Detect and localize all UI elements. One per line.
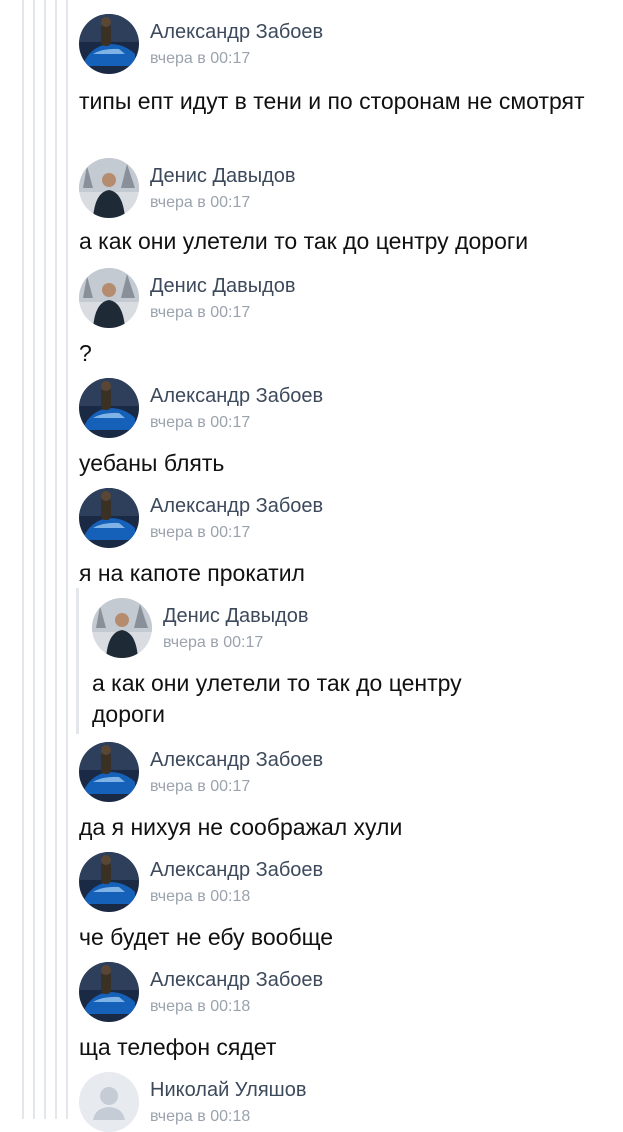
thread-lines <box>0 0 80 1119</box>
timestamp[interactable]: вчера в 00:18 <box>150 998 250 1016</box>
author-name[interactable]: Денис Давыдов <box>150 165 296 188</box>
comment-text: уебаны блять <box>79 450 225 476</box>
avatar[interactable] <box>79 1072 139 1132</box>
author-name[interactable]: Александр Забоев <box>150 495 323 518</box>
avatar[interactable] <box>92 598 152 658</box>
author-name[interactable]: Денис Давыдов <box>150 275 296 298</box>
comment-text: ? <box>79 340 92 366</box>
thread-line <box>33 0 35 1119</box>
avatar[interactable] <box>79 852 139 912</box>
timestamp[interactable]: вчера в 00:17 <box>150 778 250 796</box>
avatar[interactable] <box>79 268 139 328</box>
author-name[interactable]: Александр Забоев <box>150 385 323 408</box>
comment-text: а как они улетели то так до центру дорог… <box>92 670 462 727</box>
timestamp[interactable]: вчера в 00:17 <box>150 304 250 322</box>
comment-text: а как они улетели то так до центру дорог… <box>79 228 529 254</box>
avatar[interactable] <box>79 488 139 548</box>
reply-quote-bar <box>76 588 79 734</box>
author-name[interactable]: Александр Забоев <box>150 969 323 992</box>
comment-text: я на капоте прокатил <box>79 560 305 586</box>
thread-line <box>22 0 24 1119</box>
timestamp[interactable]: вчера в 00:17 <box>150 194 250 212</box>
comment-text: да я нихуя не соображал хули <box>79 814 403 840</box>
avatar[interactable] <box>79 158 139 218</box>
author-name[interactable]: Николай Уляшов <box>150 1079 306 1102</box>
avatar[interactable] <box>79 962 139 1022</box>
car-photo-avatar-icon <box>79 378 139 438</box>
car-photo-avatar-icon <box>79 488 139 548</box>
thread-line <box>44 0 46 1119</box>
timestamp[interactable]: вчера в 00:18 <box>150 888 250 906</box>
default-user-avatar-icon <box>79 1072 139 1132</box>
author-name[interactable]: Денис Давыдов <box>163 605 309 628</box>
author-name[interactable]: Александр Забоев <box>150 21 323 44</box>
car-photo-avatar-icon <box>79 14 139 74</box>
avatar[interactable] <box>79 14 139 74</box>
thread-line <box>66 0 68 1119</box>
timestamp[interactable]: вчера в 00:18 <box>150 1108 250 1126</box>
comment-text: типы епт идут в тени и по сторонам не см… <box>79 88 585 114</box>
person-photo-avatar-icon <box>92 598 152 658</box>
timestamp[interactable]: вчера в 00:17 <box>150 524 250 542</box>
avatar[interactable] <box>79 742 139 802</box>
comment-text: че будет не ебу вообще <box>79 924 334 950</box>
timestamp[interactable]: вчера в 00:17 <box>150 50 250 68</box>
car-photo-avatar-icon <box>79 852 139 912</box>
timestamp[interactable]: вчера в 00:17 <box>163 634 263 652</box>
avatar[interactable] <box>79 378 139 438</box>
person-photo-avatar-icon <box>79 158 139 218</box>
person-photo-avatar-icon <box>79 268 139 328</box>
car-photo-avatar-icon <box>79 962 139 1022</box>
thread-line <box>55 0 57 1119</box>
timestamp[interactable]: вчера в 00:17 <box>150 414 250 432</box>
author-name[interactable]: Александр Забоев <box>150 859 323 882</box>
comment-text: ща телефон сядет <box>79 1034 277 1060</box>
author-name[interactable]: Александр Забоев <box>150 749 323 772</box>
car-photo-avatar-icon <box>79 742 139 802</box>
